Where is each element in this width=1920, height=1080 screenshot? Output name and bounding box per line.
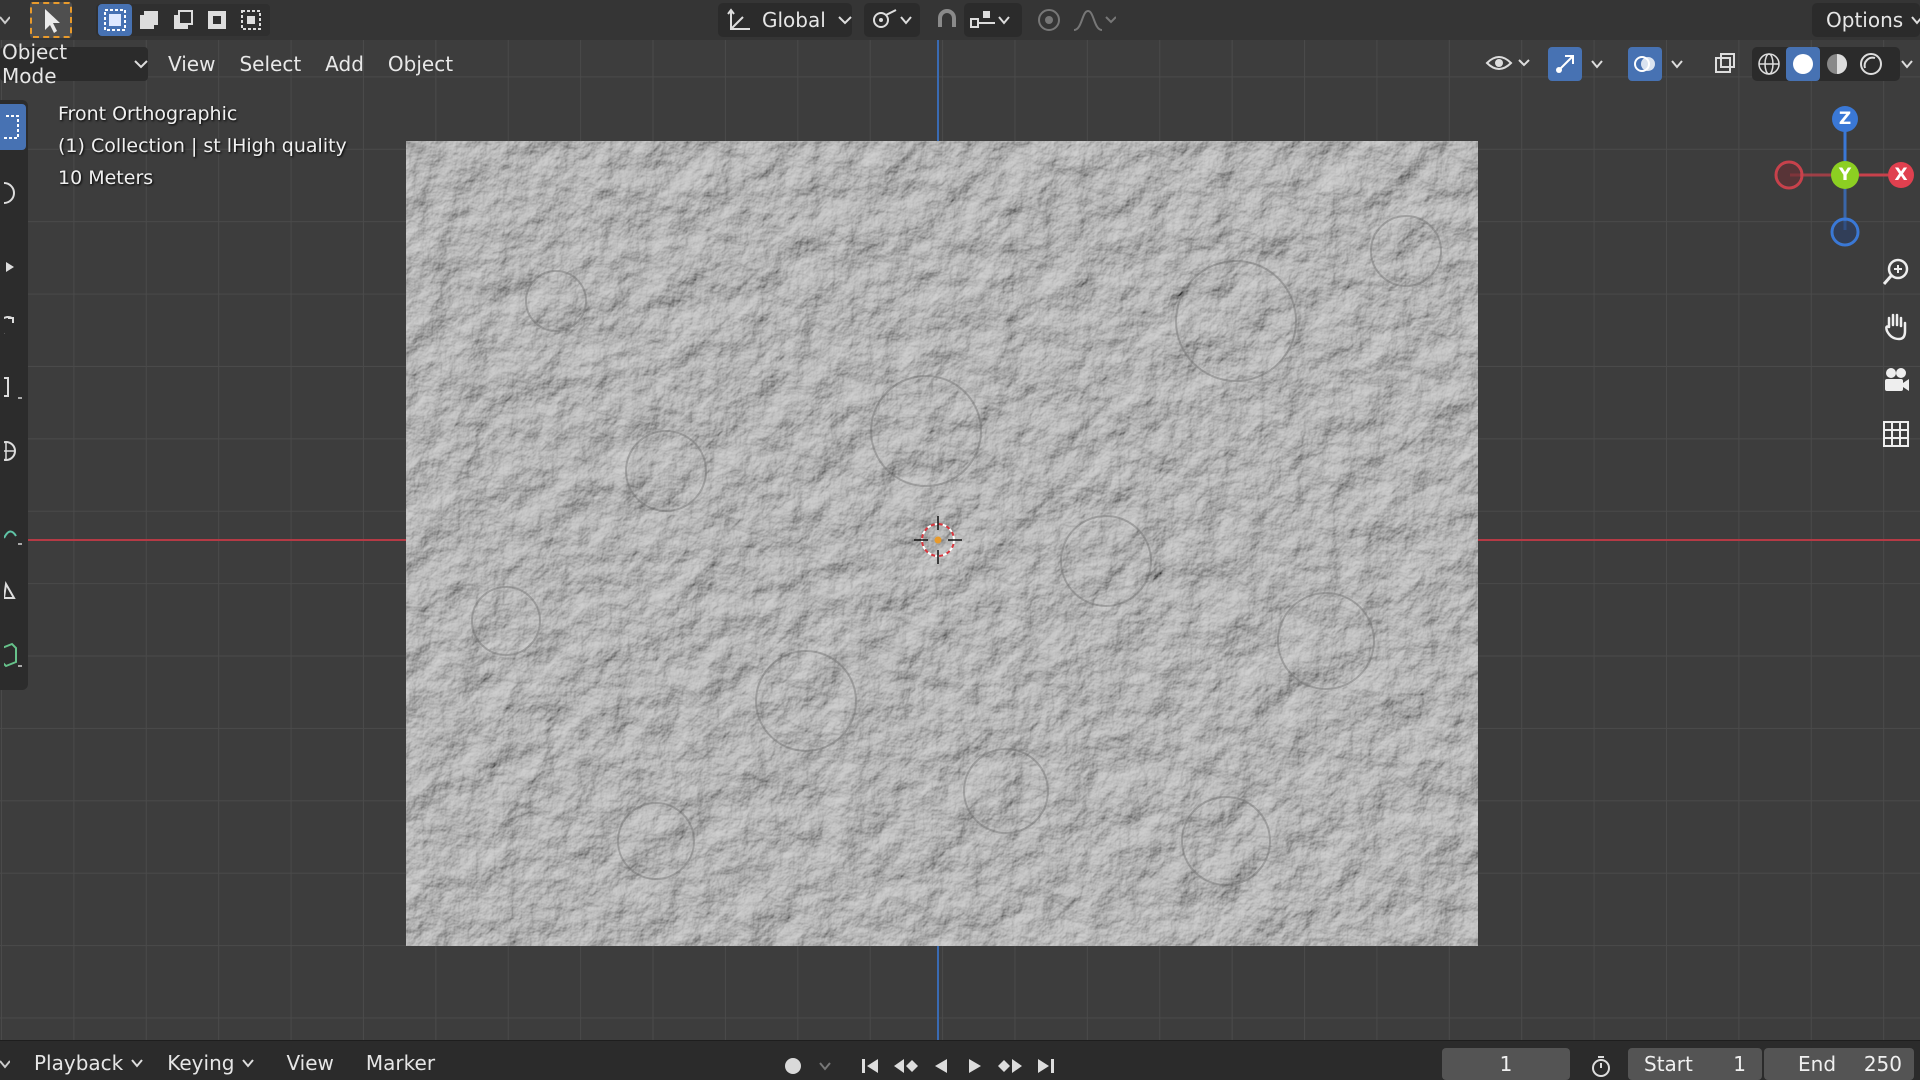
pan-hand-icon[interactable] xyxy=(1876,306,1916,346)
pivot-link-icon xyxy=(870,7,900,33)
playback-menu[interactable]: Playback xyxy=(22,1051,155,1075)
play-reverse-icon[interactable] xyxy=(924,1050,958,1080)
gizmo-toggle-button[interactable] xyxy=(1548,47,1582,81)
gizmo-y-label: Y xyxy=(1838,165,1852,185)
mode-label: Object Mode xyxy=(2,40,68,88)
falloff-curve-icon[interactable] xyxy=(1068,4,1120,36)
chevron-down-icon[interactable] xyxy=(1586,48,1608,80)
keying-menu[interactable]: Keying xyxy=(155,1051,266,1075)
timeline-menus: Playback Keying View Marker xyxy=(22,1048,447,1078)
solid-shading-icon[interactable] xyxy=(1786,47,1820,81)
jump-start-icon[interactable] xyxy=(854,1050,888,1080)
left-toolbar xyxy=(0,100,28,690)
wireframe-shading-icon[interactable] xyxy=(1752,47,1786,81)
view-name-label: Front Orthographic xyxy=(58,103,238,125)
rendered-shading-icon[interactable] xyxy=(1854,47,1888,81)
keying-label: Keying xyxy=(167,1051,235,1075)
tool-transform-icon[interactable] xyxy=(0,428,26,474)
menu-add[interactable]: Add xyxy=(313,52,376,76)
proportional-editing-icon[interactable] xyxy=(1032,4,1066,36)
selection-mode-group xyxy=(96,4,270,36)
end-label: End xyxy=(1798,1052,1837,1076)
current-frame-field[interactable]: 1 xyxy=(1442,1048,1570,1080)
overlays-toggle-button[interactable] xyxy=(1628,47,1662,81)
camera-view-icon[interactable] xyxy=(1876,360,1916,400)
orientation-axes-icon xyxy=(726,7,752,33)
stopwatch-icon[interactable] xyxy=(1584,1050,1618,1080)
orientation-label: Global xyxy=(762,8,826,32)
tool-measure-icon[interactable] xyxy=(0,566,26,612)
material-shading-icon[interactable] xyxy=(1820,47,1854,81)
current-frame-value: 1 xyxy=(1499,1052,1513,1076)
visibility-eye-icon[interactable] xyxy=(1480,48,1536,80)
chevron-down-icon xyxy=(900,15,912,25)
start-frame-field[interactable]: Start 1 xyxy=(1628,1048,1762,1080)
gizmo-x-axis[interactable]: X xyxy=(1888,162,1914,188)
object-mode-dropdown[interactable]: Object Mode xyxy=(0,40,148,88)
next-keyframe-icon[interactable] xyxy=(992,1050,1028,1080)
active-tool-button[interactable] xyxy=(30,2,72,38)
chevron-down-icon[interactable] xyxy=(812,1050,838,1080)
select-intersect-icon[interactable] xyxy=(234,4,268,36)
tool-annotate-icon[interactable] xyxy=(0,510,26,556)
chevron-down-icon[interactable] xyxy=(1896,48,1918,80)
snap-target-dropdown[interactable] xyxy=(964,3,1022,37)
end-frame-field[interactable]: End 250 xyxy=(1764,1048,1914,1080)
chevron-down-icon xyxy=(242,1058,255,1068)
gizmo-z-axis[interactable]: Z xyxy=(1832,106,1858,132)
jump-end-icon[interactable] xyxy=(1028,1050,1062,1080)
chevron-down-icon xyxy=(838,15,852,25)
gizmo-y-axis[interactable]: Y xyxy=(1831,161,1859,189)
menu-select[interactable]: Select xyxy=(227,52,313,76)
collection-label: (1) Collection | st lHigh quality xyxy=(58,135,347,157)
options-dropdown[interactable]: Options xyxy=(1812,3,1920,37)
chevron-down-icon xyxy=(131,1058,144,1068)
tool-cursor-icon[interactable] xyxy=(0,170,26,216)
pivot-point-dropdown[interactable] xyxy=(864,3,920,37)
menu-view[interactable]: View xyxy=(156,52,227,76)
select-invert-icon[interactable] xyxy=(200,4,234,36)
collapse-arrow-icon[interactable] xyxy=(0,1052,10,1076)
tool-scale-icon[interactable] xyxy=(0,364,26,410)
navigation-gizmo[interactable]: Z Y X xyxy=(1770,102,1920,252)
zoom-magnifier-icon[interactable] xyxy=(1876,252,1916,292)
chevron-down-icon[interactable] xyxy=(1666,48,1688,80)
tool-select-box[interactable] xyxy=(0,104,26,150)
transform-orientation-dropdown[interactable]: Global xyxy=(718,3,852,37)
play-icon[interactable] xyxy=(958,1050,992,1080)
chevron-down-icon xyxy=(1911,15,1920,25)
tool-header: Global Options xyxy=(0,0,1920,40)
xray-toggle-icon[interactable] xyxy=(1708,48,1742,80)
chevron-down-icon xyxy=(134,59,148,69)
tool-add-cube-icon[interactable] xyxy=(0,632,26,678)
shading-mode-group xyxy=(1752,47,1900,81)
timeline-view-menu[interactable]: View xyxy=(266,1051,353,1075)
gizmo-z-label: Z xyxy=(1838,109,1852,129)
prev-keyframe-icon[interactable] xyxy=(888,1050,924,1080)
playback-controls xyxy=(854,1050,1062,1080)
select-subtract-icon[interactable] xyxy=(166,4,200,36)
options-label: Options xyxy=(1826,8,1904,32)
end-value: 250 xyxy=(1863,1052,1902,1076)
auto-keying-record-icon[interactable] xyxy=(776,1050,810,1080)
grid-scale-label: 10 Meters xyxy=(58,167,154,189)
chevron-down-icon xyxy=(998,15,1010,25)
collapse-arrow-icon[interactable] xyxy=(0,8,10,32)
select-new-icon[interactable] xyxy=(98,4,132,36)
snap-increment-icon xyxy=(968,7,998,33)
snap-magnet-icon[interactable] xyxy=(930,4,964,36)
tool-move-icon[interactable] xyxy=(0,244,26,290)
marker-menu[interactable]: Marker xyxy=(354,1051,447,1075)
select-extend-icon[interactable] xyxy=(132,4,166,36)
3d-cursor[interactable] xyxy=(914,516,962,564)
gizmo-x-label: X xyxy=(1894,165,1908,185)
start-label: Start xyxy=(1644,1052,1693,1076)
start-value: 1 xyxy=(1733,1052,1746,1076)
viewport-menu-bar: View Select Add Object xyxy=(156,48,465,80)
ortho-grid-icon[interactable] xyxy=(1876,414,1916,454)
tool-rotate-icon[interactable] xyxy=(0,304,26,350)
playback-label: Playback xyxy=(34,1051,124,1075)
menu-object[interactable]: Object xyxy=(376,52,465,76)
3d-viewport[interactable]: Front Orthographic (1) Collection | st l… xyxy=(0,0,1920,1040)
